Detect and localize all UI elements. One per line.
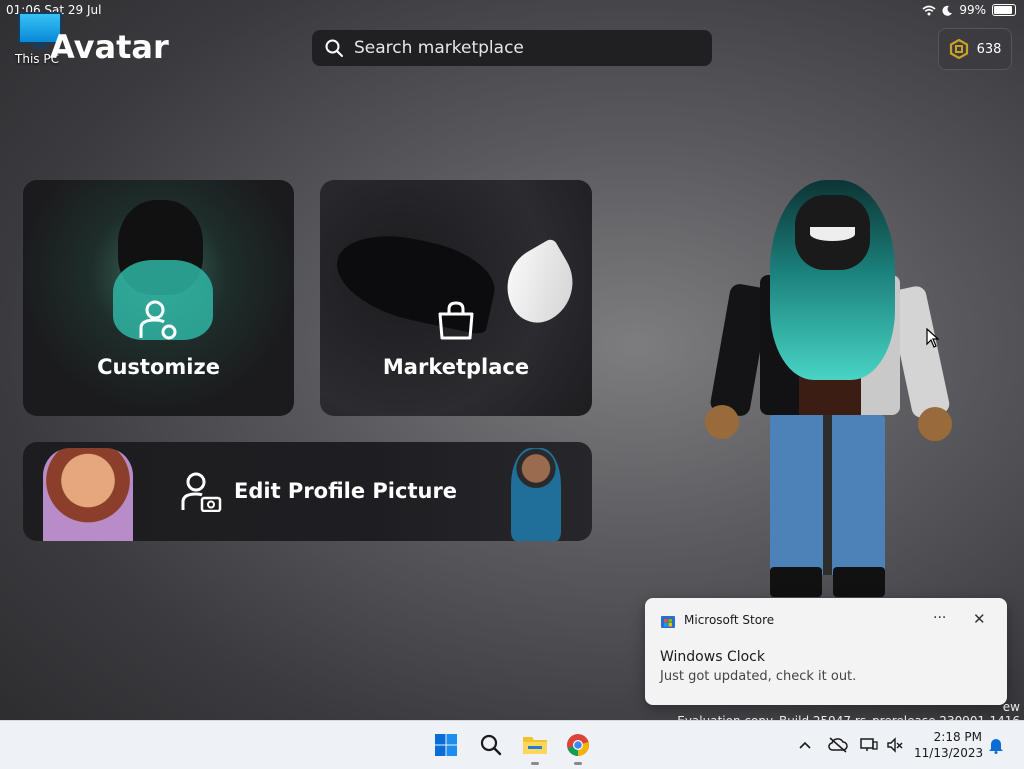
chevron-up-icon bbox=[799, 741, 811, 749]
chrome-icon bbox=[567, 734, 589, 756]
wifi-icon bbox=[922, 5, 936, 15]
robux-icon bbox=[949, 39, 968, 59]
edit-profile-label: Edit Profile Picture bbox=[234, 479, 458, 503]
file-explorer-button[interactable] bbox=[519, 729, 551, 765]
bell-icon bbox=[989, 739, 1003, 754]
onedrive-tray-icon[interactable] bbox=[828, 721, 848, 769]
mouse-cursor-icon bbox=[926, 328, 940, 348]
robux-amount: 638 bbox=[976, 41, 1002, 57]
moon-icon bbox=[942, 5, 953, 16]
profile-camera-icon bbox=[181, 472, 222, 512]
search-icon bbox=[325, 39, 343, 57]
speaker-muted-icon bbox=[887, 737, 903, 753]
taskbar-search-button[interactable] bbox=[475, 729, 507, 761]
clock-date: 11/13/2023 bbox=[914, 746, 984, 760]
notification-more-button[interactable]: ··· bbox=[933, 610, 946, 626]
chrome-button[interactable] bbox=[562, 729, 594, 765]
taskbar: 2:18 PM 11/13/2023 bbox=[0, 720, 1024, 769]
avatar-preview[interactable] bbox=[700, 175, 960, 605]
notification-toast[interactable]: Microsoft Store ··· ✕ Windows Clock Just… bbox=[645, 598, 1007, 705]
search-icon bbox=[480, 734, 502, 756]
cloud-off-icon bbox=[828, 737, 848, 753]
robux-balance-button[interactable]: 638 bbox=[938, 28, 1012, 70]
avatar-thumbnail-left bbox=[43, 448, 133, 541]
search-placeholder: Search marketplace bbox=[354, 38, 524, 58]
notification-title: Windows Clock bbox=[660, 649, 765, 665]
marketplace-card[interactable]: Marketplace bbox=[320, 180, 592, 416]
white-wing-image bbox=[492, 237, 588, 333]
notification-body: Just got updated, check it out. bbox=[660, 669, 857, 684]
network-icon bbox=[860, 738, 878, 751]
edit-profile-picture-card[interactable]: Edit Profile Picture bbox=[23, 442, 592, 541]
show-hidden-icons-button[interactable] bbox=[798, 721, 812, 769]
customize-card[interactable]: Customize bbox=[23, 180, 294, 416]
clock-time: 2:18 PM bbox=[933, 730, 982, 744]
shopping-bag-icon bbox=[438, 301, 474, 340]
network-tray-icon[interactable] bbox=[860, 721, 878, 769]
marketplace-label: Marketplace bbox=[382, 355, 530, 379]
notification-center-button[interactable] bbox=[988, 721, 1004, 769]
battery-percent: 99% bbox=[959, 3, 986, 17]
start-button[interactable] bbox=[430, 729, 462, 761]
customize-avatar-icon bbox=[139, 300, 177, 340]
microsoft-store-icon bbox=[661, 616, 675, 628]
folder-icon bbox=[523, 737, 547, 754]
battery-icon bbox=[992, 4, 1016, 16]
windows-start-icon bbox=[435, 734, 457, 756]
dark-wing-image bbox=[328, 224, 502, 336]
page-title: Avatar bbox=[50, 28, 169, 66]
status-right: 99% bbox=[922, 3, 1016, 17]
notification-close-button[interactable]: ✕ bbox=[973, 610, 986, 628]
search-input[interactable]: Search marketplace bbox=[312, 30, 712, 66]
notification-app-name: Microsoft Store bbox=[684, 613, 775, 627]
status-bar: 01:06 Sat 29 Jul 99% bbox=[0, 0, 1024, 20]
volume-tray-icon[interactable] bbox=[886, 721, 904, 769]
taskbar-clock[interactable]: 2:18 PM 11/13/2023 bbox=[914, 729, 984, 761]
customize-label: Customize bbox=[97, 355, 220, 379]
avatar-thumbnail-right bbox=[511, 448, 561, 541]
